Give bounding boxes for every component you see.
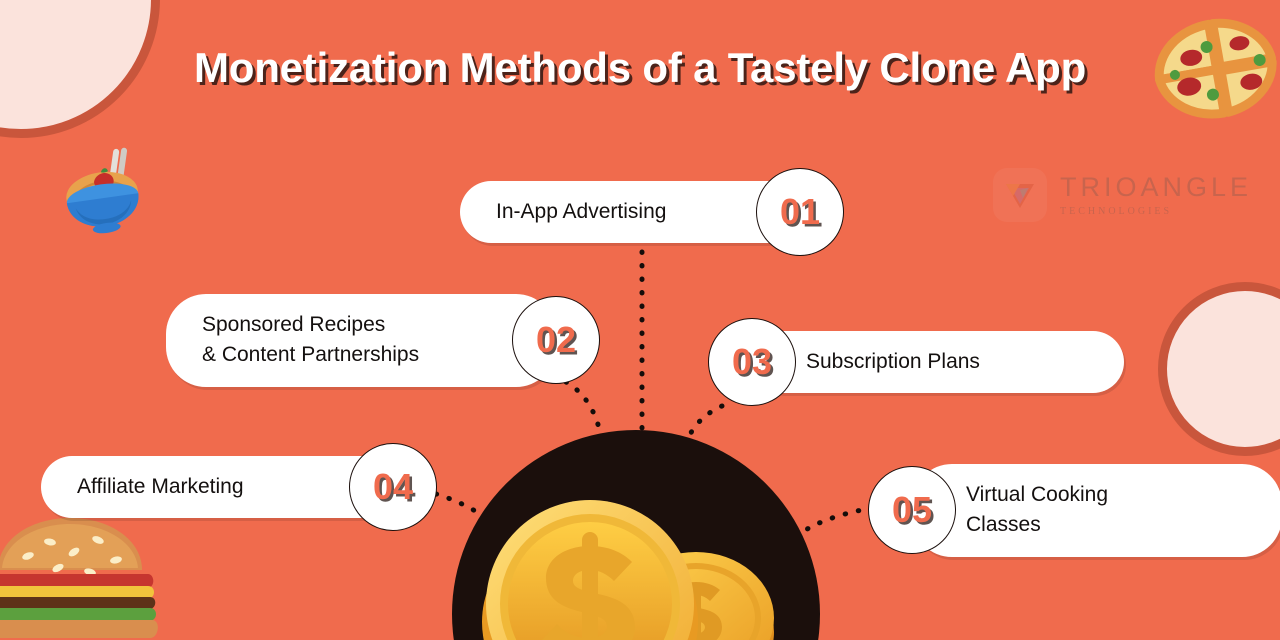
list-item-01[interactable]: In-App Advertising 01 [460, 168, 844, 256]
item-04-label: Affiliate Marketing [77, 474, 244, 498]
gold-coins-icon [482, 500, 774, 640]
item-03-pill[interactable]: Subscription Plans [752, 330, 1124, 394]
decorative-circle-right [1158, 282, 1280, 456]
trioangle-logo-icon [993, 168, 1047, 222]
item-03-label: Subscription Plans [806, 349, 980, 373]
item-02-number-badge: 02 [512, 296, 600, 385]
watermark-subtitle: TECHNOLOGIES [1060, 205, 1173, 217]
item-03-number-badge: 03 [708, 318, 796, 406]
item-04-pill[interactable]: Affiliate Marketing [41, 455, 393, 519]
page-title: Monetization Methods of a Tastely Clone … [193, 44, 1087, 91]
item-01-label: In-App Advertising [496, 199, 667, 223]
list-item-05[interactable]: 05 Virtual Cooking Classes [868, 464, 1280, 557]
item-04-number-badge: 04 [349, 443, 437, 531]
item-05-pill[interactable]: Virtual Cooking Classes [912, 464, 1280, 557]
list-item-02[interactable]: Sponsored Recipes & Content Partnerships… [166, 294, 600, 387]
noodle-bowl-icon [52, 142, 156, 246]
item-05-label-line2: Classes [966, 513, 1041, 537]
list-item-03[interactable]: 03 Subscription Plans [708, 318, 1124, 406]
item-01-pill[interactable]: In-App Advertising [460, 180, 800, 244]
item-05-label-line1: Virtual Cooking [966, 483, 1109, 506]
item-02-label-line1: Sponsored Recipes [202, 313, 386, 336]
infographic-canvas: TRIOANGLE TECHNOLOGIES Monetization Meth… [0, 0, 1280, 640]
item-01-number-badge: 01 [756, 168, 844, 256]
list-item-04[interactable]: Affiliate Marketing 04 [41, 443, 437, 531]
item-05-number-badge: 05 [868, 466, 956, 555]
item-02-pill[interactable]: Sponsored Recipes & Content Partnerships [166, 294, 556, 387]
burger-icon [0, 516, 162, 640]
item-02-label-line2: & Content Partnerships [202, 343, 420, 367]
trioangle-watermark: TRIOANGLE TECHNOLOGIES [993, 168, 1252, 222]
watermark-name: TRIOANGLE [1060, 171, 1253, 202]
